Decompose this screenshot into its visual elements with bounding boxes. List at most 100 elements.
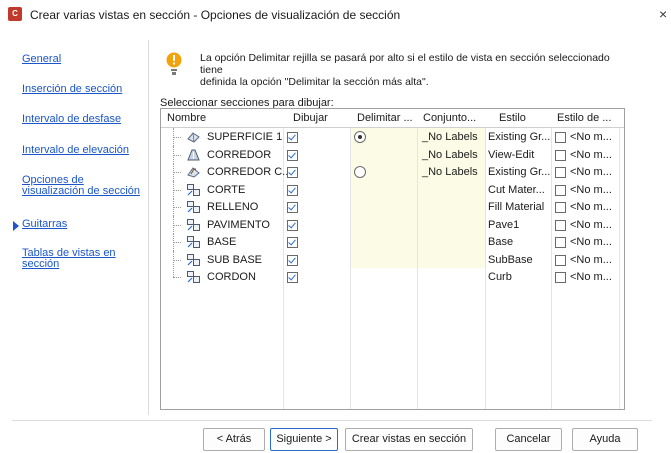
nav-item-label-line2: visualización de sección [22,185,141,197]
table-row[interactable]: SUPERFICIE 1 _No Labels Existing Gr... <No … [161,128,624,146]
table-row[interactable]: BASE Base <No m... [161,233,624,251]
row-name: PAVIMENTO [207,218,270,231]
override-style-cell[interactable]: <No m... [570,219,612,231]
sections-grid: Nombre Dibujar Delimitar ... Conjunto...… [160,108,625,410]
tree-branch [173,207,181,208]
tree-branch [173,259,181,261]
draw-checkbox[interactable] [287,254,298,266]
draw-checkbox[interactable] [287,219,298,231]
override-checkbox[interactable] [555,254,566,266]
draw-checkbox[interactable] [287,167,298,178]
col-header-estilo-de[interactable]: Estilo de ... [557,112,611,124]
table-row[interactable]: CORTE Cut Mater... <No m... [161,180,624,199]
style-cell[interactable]: Existing Gr... [488,166,550,178]
table-row[interactable]: CORREDOR _No Labels View-Edit <No m... [161,145,624,164]
draw-checkbox[interactable] [287,149,298,161]
override-checkbox[interactable] [555,272,566,283]
table-row[interactable]: RELLENO Fill Material <No m... [161,198,624,216]
tree-branch [173,189,181,191]
override-style-cell[interactable]: <No m... [570,149,612,161]
row-name: BASE [207,236,237,248]
col-header-dibujar[interactable]: Dibujar [293,112,328,124]
table-row[interactable]: CORREDOR C... _No Labels Existing Gr... <No… [161,163,624,181]
nav-item-tablas[interactable]: Tablas de vistas en sección [22,248,116,270]
nav-item-opciones-visualizacion[interactable]: Opciones de visualización de sección [22,175,140,197]
material-icon [187,201,200,213]
table-row[interactable]: CORDON Curb <No m... [161,268,624,286]
style-cell[interactable]: Fill Material [488,201,544,213]
override-style-cell[interactable]: <No m... [570,271,612,283]
nav-item-intervalo-elevacion[interactable]: Intervalo de elevación [22,144,129,156]
window-title: Crear varias vistas en sección - Opcione… [30,8,401,22]
row-name: RELLENO [207,201,259,213]
override-checkbox[interactable] [555,219,566,231]
clip-radio[interactable] [354,166,366,178]
material-icon [187,218,200,231]
info-line-1: La opción Delimitar rejilla se pasará po… [200,52,610,76]
row-name: CORTE [207,183,246,196]
nav-divider [148,40,149,415]
override-style-cell[interactable]: <No m... [570,201,612,213]
corridor-icon [187,149,200,161]
label-set-cell[interactable]: _No Labels [422,166,478,178]
style-cell[interactable]: SubBase [488,254,533,266]
warning-icon [166,52,182,75]
override-checkbox[interactable] [555,132,566,143]
surface-icon [187,131,200,143]
create-views-button[interactable]: Crear vistas en sección [345,428,473,451]
close-button[interactable]: × [659,6,667,22]
col-header-nombre[interactable]: Nombre [167,112,206,124]
override-checkbox[interactable] [555,202,566,213]
override-checkbox[interactable] [555,237,566,248]
row-name: CORDON [207,271,256,283]
draw-checkbox[interactable] [287,272,298,283]
override-style-cell[interactable]: <No m... [570,184,612,196]
grid-header: Nombre Dibujar Delimitar ... Conjunto...… [161,109,624,128]
override-style-cell[interactable]: <No m... [570,254,612,266]
table-row[interactable]: SUB BASE SubBase <No m... [161,250,624,269]
cancel-button[interactable]: Cancelar [495,428,562,451]
label-set-cell[interactable]: _No Labels [422,131,478,143]
draw-checkbox[interactable] [287,184,298,196]
material-icon [187,236,200,248]
override-checkbox[interactable] [555,184,566,196]
style-cell[interactable]: Curb [488,271,512,283]
tree-branch [173,137,181,138]
style-cell[interactable]: Cut Mater... [488,184,545,196]
material-icon [187,253,200,266]
row-name: SUB BASE [207,253,263,266]
back-button[interactable]: < Atrás [203,428,265,451]
override-style-cell[interactable]: <No m... [570,236,612,248]
table-row[interactable]: PAVIMENTO Pave1 <No m... [161,215,624,234]
style-cell[interactable]: View-Edit [488,149,534,161]
col-header-conjunto[interactable]: Conjunto... [423,112,476,124]
style-cell[interactable]: Pave1 [488,219,519,231]
tree-branch [173,224,181,226]
row-name: SUPERFICIE 1 [207,131,283,143]
active-arrow-icon [13,221,19,231]
next-button[interactable]: Siguiente > [270,428,338,451]
col-header-estilo[interactable]: Estilo [499,112,526,124]
nav-item-intervalo-desfase[interactable]: Intervalo de desfase [22,113,121,125]
override-style-cell[interactable]: <No m... [570,166,612,178]
nav-item-insercion[interactable]: Inserción de sección [22,83,122,95]
help-button[interactable]: Ayuda [572,428,638,451]
draw-checkbox[interactable] [287,237,298,248]
style-cell[interactable]: Base [488,236,513,248]
title-bar: C Crear varias vistas en sección - Opcio… [0,0,671,30]
label-set-cell[interactable]: _No Labels [422,149,478,161]
clip-radio[interactable] [354,131,366,143]
draw-checkbox[interactable] [287,132,298,143]
nav-item-guitarras[interactable]: Guitarras [22,218,67,230]
override-checkbox[interactable] [555,167,566,178]
nav-item-general[interactable]: General [22,53,61,65]
tree-branch [173,277,181,278]
style-cell[interactable]: Existing Gr... [488,131,550,143]
override-checkbox[interactable] [555,149,566,161]
override-style-cell[interactable]: <No m... [570,131,612,143]
draw-checkbox[interactable] [287,202,298,213]
col-header-delimitar[interactable]: Delimitar ... [357,112,413,124]
app-icon: C [8,7,22,21]
corridor-surface-icon [187,166,200,178]
nav-item-label-line2: sección [22,258,60,270]
